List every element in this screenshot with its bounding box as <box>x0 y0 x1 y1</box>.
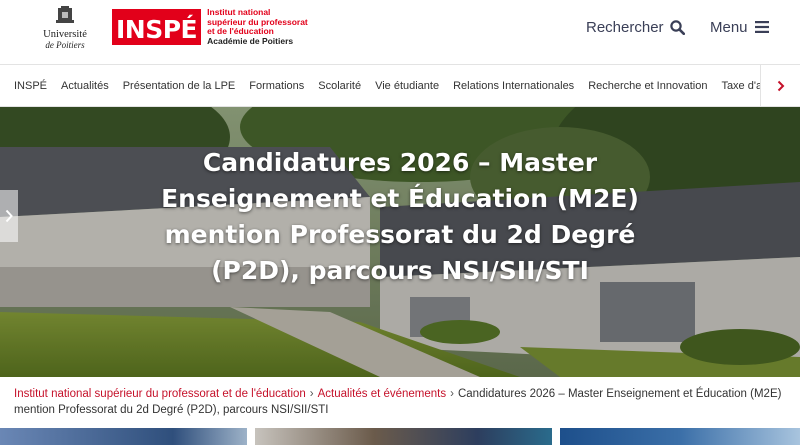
breadcrumb-item-inspe[interactable]: Institut national supérieur du professor… <box>14 388 306 400</box>
search-icon <box>669 19 685 35</box>
menu-button[interactable]: Menu <box>710 16 769 38</box>
breadcrumb-item-actualites[interactable]: Actualités et événements <box>318 388 447 400</box>
article-image-strip <box>0 428 800 445</box>
university-name-line1: Université <box>43 29 87 40</box>
main-navigation: INSPÉ Actualités Présentation de la LPE … <box>0 65 800 107</box>
nav-item-actualites[interactable]: Actualités <box>54 65 116 106</box>
breadcrumb-separator: › <box>450 388 454 400</box>
nav-items: INSPÉ Actualités Présentation de la LPE … <box>0 65 785 106</box>
article-image-1[interactable] <box>0 428 247 445</box>
inspe-logo-subtitle: Institut national supérieur du professor… <box>207 7 308 46</box>
hero-title: Candidatures 2026 – Master Enseignement … <box>161 148 639 285</box>
nav-item-presentation-lpe[interactable]: Présentation de la LPE <box>116 65 243 106</box>
search-button[interactable]: Rechercher <box>586 16 685 38</box>
inspe-subtitle-line4: Académie de Poitiers <box>207 35 294 46</box>
breadcrumb: Institut national supérieur du professor… <box>14 386 786 418</box>
universite-de-poitiers-logo[interactable]: Université de Poitiers <box>33 6 97 56</box>
carousel-prev-button[interactable] <box>0 190 18 242</box>
nav-item-vie-etudiante[interactable]: Vie étudiante <box>368 65 446 106</box>
nav-item-inspe[interactable]: INSPÉ <box>0 65 54 106</box>
hamburger-icon <box>754 21 769 33</box>
crest-icon <box>56 6 74 23</box>
inspe-logo-mark: INSPÉ <box>112 9 202 45</box>
chevron-right-icon <box>777 80 784 92</box>
hero-banner: Candidatures 2026 – Master Enseignement … <box>0 107 800 377</box>
site-header: Université de Poitiers INSPÉ Institut na… <box>0 0 800 65</box>
inspe-logo[interactable]: INSPÉ Institut national supérieur du pro… <box>112 7 308 46</box>
article-image-3[interactable] <box>560 428 800 445</box>
nav-item-scolarite[interactable]: Scolarité <box>311 65 368 106</box>
article-image-2[interactable] <box>255 428 552 445</box>
chevron-left-icon <box>5 209 13 223</box>
nav-item-formations[interactable]: Formations <box>242 65 311 106</box>
search-label: Rechercher <box>586 18 664 36</box>
nav-item-recherche-innovation[interactable]: Recherche et Innovation <box>581 65 714 106</box>
breadcrumb-separator: › <box>309 388 314 400</box>
university-name-line2: de Poitiers <box>45 40 85 50</box>
menu-label: Menu <box>710 18 748 36</box>
nav-scroll-next-button[interactable] <box>760 65 800 106</box>
nav-item-relations-internationales[interactable]: Relations Internationales <box>446 65 581 106</box>
